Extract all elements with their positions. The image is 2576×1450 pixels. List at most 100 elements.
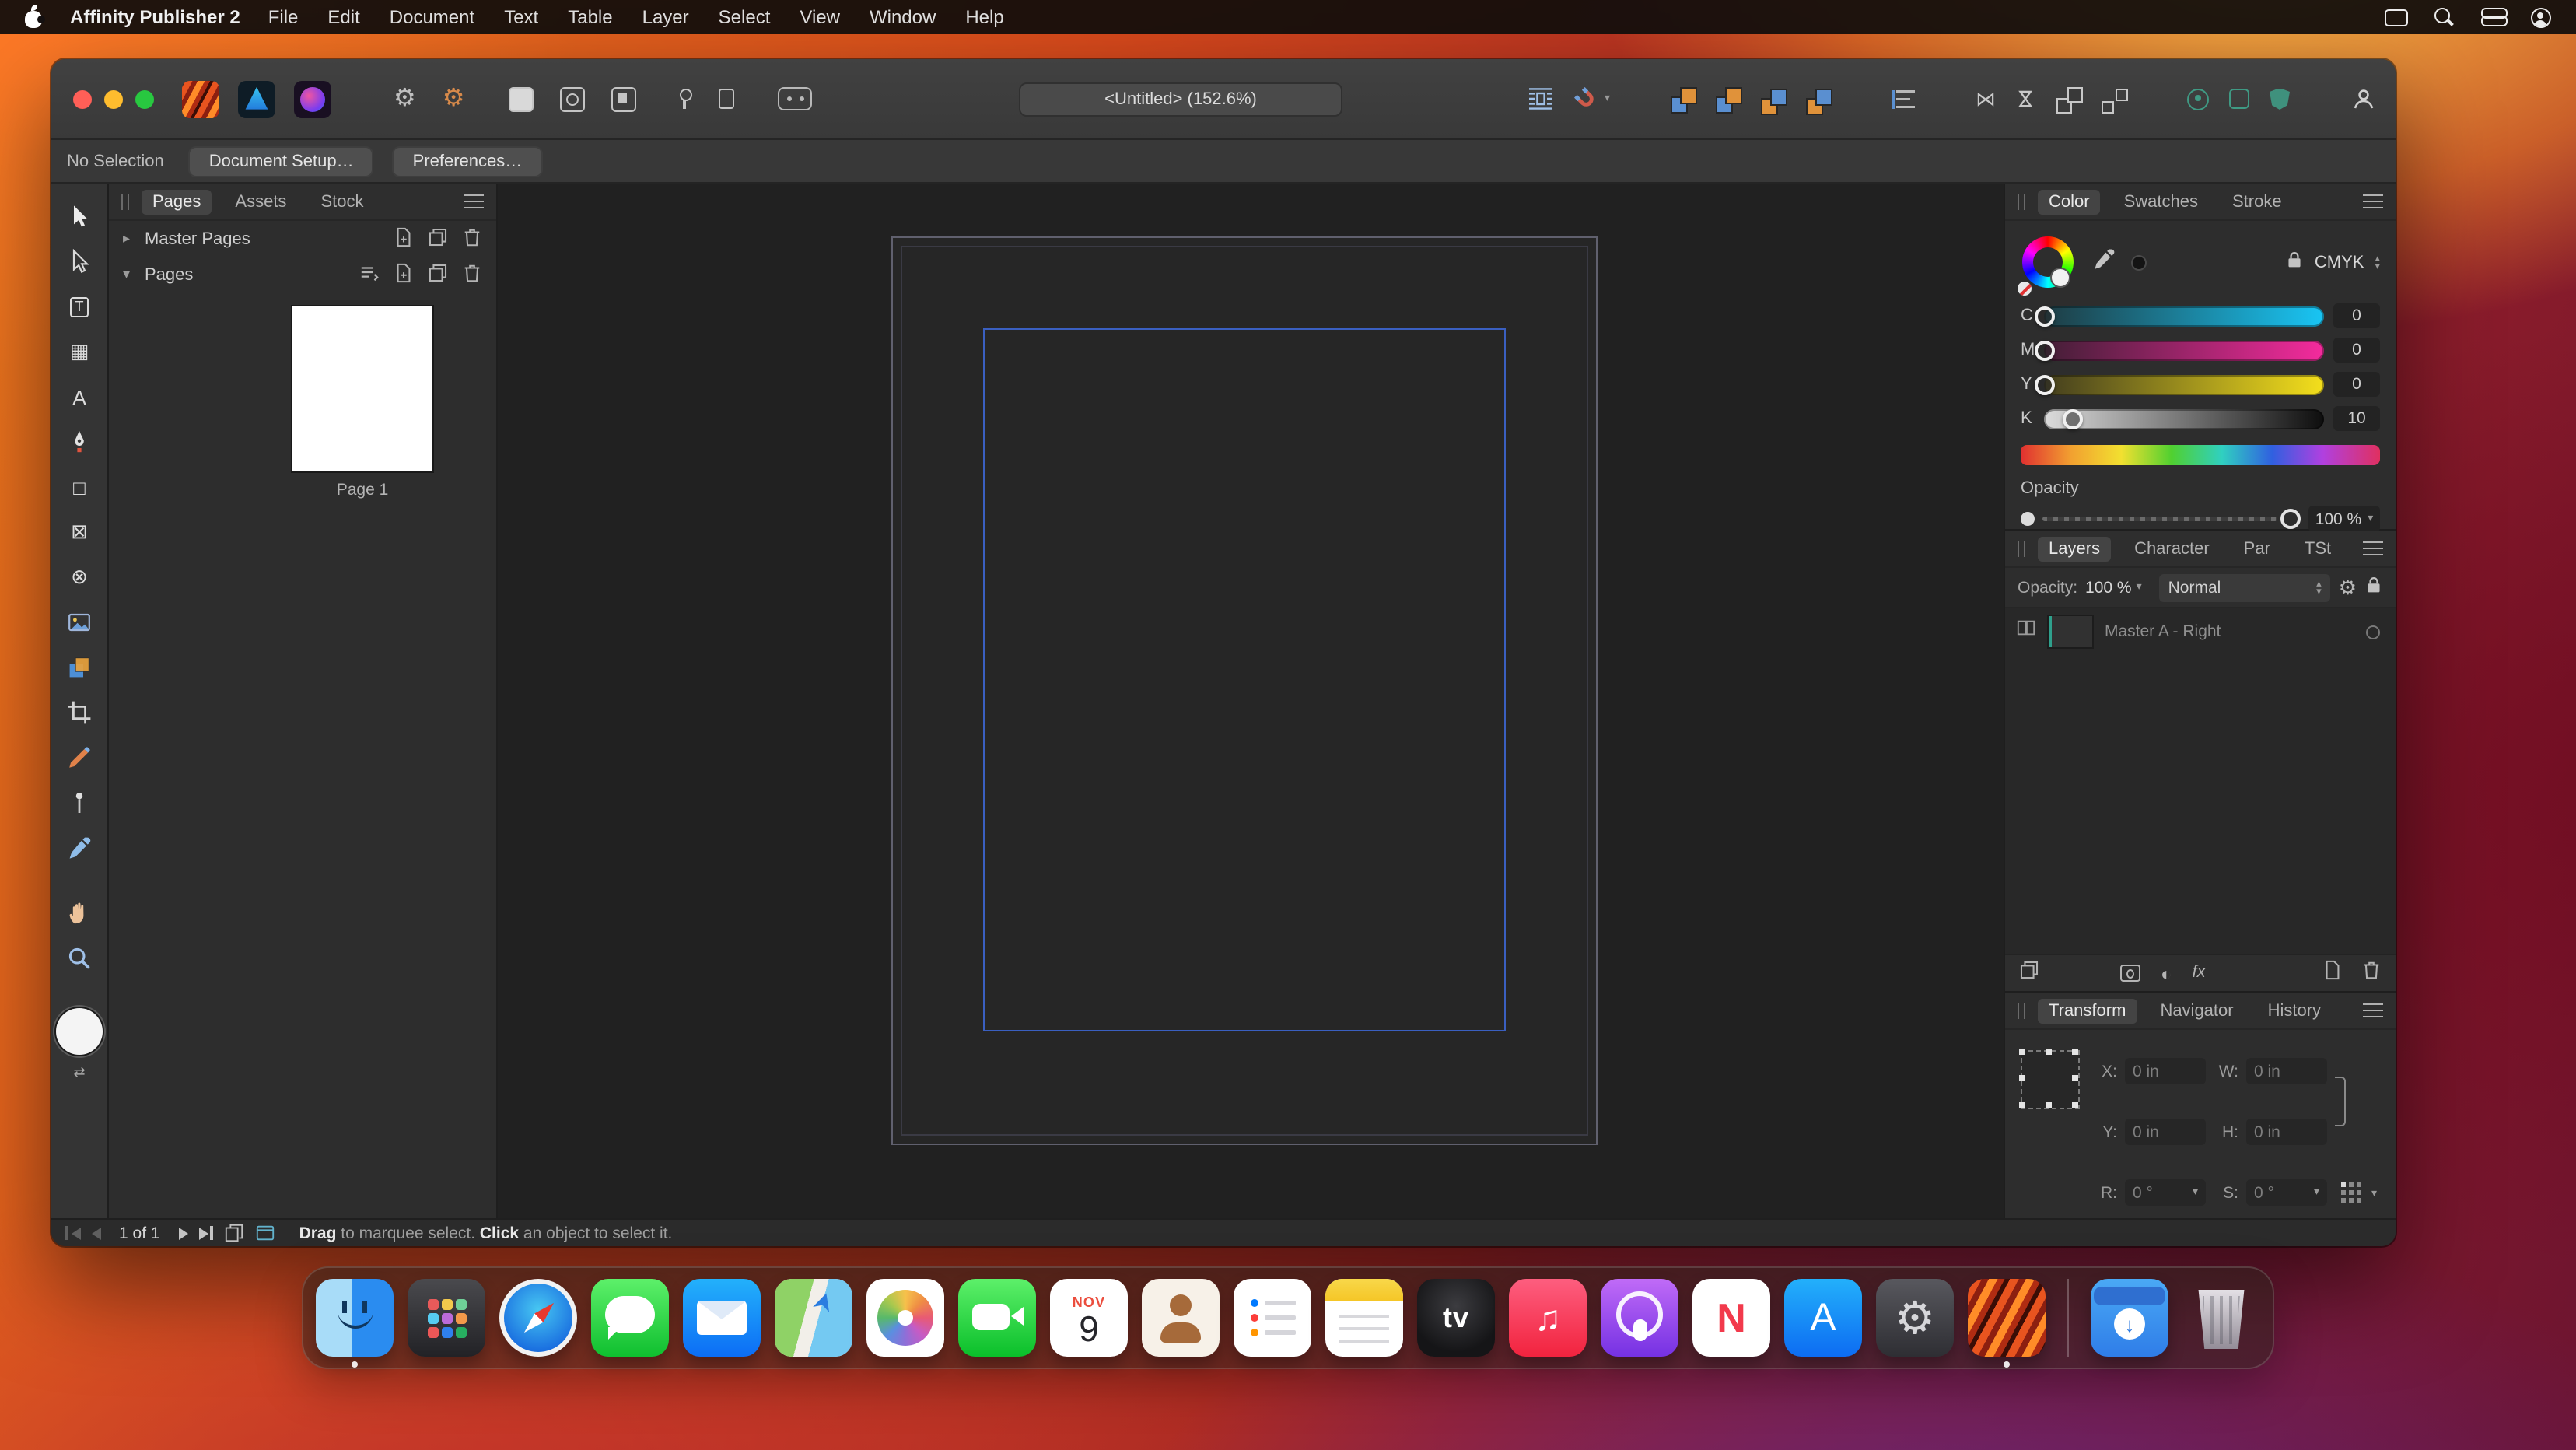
group-icon[interactable] bbox=[2056, 86, 2081, 111]
panel-menu-icon[interactable] bbox=[2363, 194, 2383, 209]
artistic-text-tool[interactable]: A bbox=[58, 377, 101, 417]
move-tool[interactable] bbox=[58, 196, 101, 236]
apple-menu-icon[interactable] bbox=[25, 6, 42, 28]
view-tool[interactable] bbox=[58, 893, 101, 933]
yellow-slider-track[interactable] bbox=[2044, 374, 2324, 394]
menu-edit[interactable]: Edit bbox=[327, 6, 359, 28]
snapping-magnet-icon[interactable]: ▾ bbox=[1575, 86, 1610, 111]
fill-stroke-selector[interactable] bbox=[56, 1008, 103, 1055]
tab-paragraph[interactable]: Par bbox=[2233, 536, 2281, 561]
tab-color[interactable]: Color bbox=[2038, 189, 2101, 214]
view-mode-icon-1[interactable] bbox=[508, 86, 533, 111]
menu-layer[interactable]: Layer bbox=[642, 6, 689, 28]
flip-vertical-icon[interactable]: ⋈ bbox=[2016, 89, 2036, 109]
fullscreen-button[interactable] bbox=[135, 89, 154, 108]
add-page-icon[interactable] bbox=[394, 262, 414, 287]
layer-lock-icon[interactable] bbox=[2364, 576, 2383, 599]
move-to-front-icon[interactable] bbox=[1671, 86, 1696, 111]
picture-frame-ellipse-tool[interactable]: ⊗ bbox=[58, 557, 101, 597]
move-forward-icon[interactable] bbox=[1716, 86, 1741, 111]
menu-text[interactable]: Text bbox=[504, 6, 538, 28]
opacity-slider-knob[interactable] bbox=[2280, 509, 2301, 529]
w-field[interactable]: 0 in bbox=[2246, 1058, 2327, 1084]
color-wheel-icon[interactable] bbox=[2021, 235, 2077, 291]
target-circle-icon[interactable] bbox=[2187, 88, 2209, 110]
duplicate-layer-icon[interactable] bbox=[2019, 959, 2039, 987]
pen-tool[interactable] bbox=[58, 422, 101, 462]
duplicate-page-icon[interactable] bbox=[428, 262, 448, 287]
first-page-button[interactable] bbox=[65, 1226, 80, 1240]
settings-gear-icon[interactable]: ⚙ bbox=[443, 86, 465, 111]
layer-effects-icon[interactable]: fx bbox=[2193, 965, 2206, 982]
dock-music-icon[interactable]: ♫ bbox=[1509, 1279, 1587, 1357]
flip-horizontal-icon[interactable]: ⋈ bbox=[1976, 89, 1996, 109]
pages-section[interactable]: ▾ Pages bbox=[109, 257, 496, 292]
dock-notes-icon[interactable] bbox=[1325, 1279, 1403, 1357]
tab-navigator[interactable]: Navigator bbox=[2149, 998, 2244, 1023]
r-field[interactable]: 0 °▾ bbox=[2125, 1179, 2206, 1206]
search-icon[interactable] bbox=[2434, 7, 2455, 27]
opacity-value[interactable]: 100 % ▾ bbox=[2308, 506, 2380, 532]
hue-strip[interactable] bbox=[2021, 445, 2380, 465]
preferences-button[interactable]: Preferences… bbox=[393, 145, 543, 177]
close-button[interactable] bbox=[73, 89, 92, 108]
layer-row[interactable]: Master A - Right bbox=[2005, 608, 2396, 655]
table-tool[interactable]: ▦ bbox=[58, 331, 101, 372]
tab-text-styles[interactable]: TSt bbox=[2294, 536, 2342, 561]
y-field[interactable]: 0 in bbox=[2125, 1119, 2206, 1145]
magenta-value[interactable]: 0 bbox=[2333, 338, 2380, 362]
color-mode-stepper-icon[interactable]: ▴▾ bbox=[2375, 255, 2380, 271]
document-canvas[interactable] bbox=[498, 184, 2004, 1218]
dock-maps-icon[interactable] bbox=[775, 1279, 852, 1357]
minimize-button[interactable] bbox=[104, 89, 123, 108]
panel-drag-handle[interactable] bbox=[2018, 541, 2025, 556]
view-options-icon[interactable] bbox=[359, 262, 380, 287]
duplicate-master-page-icon[interactable] bbox=[428, 226, 448, 251]
move-backward-icon[interactable] bbox=[1761, 89, 1786, 114]
picture-frame-rectangle-tool[interactable]: ⊠ bbox=[58, 512, 101, 552]
menu-view[interactable]: View bbox=[800, 6, 840, 28]
black-value[interactable]: 10 bbox=[2333, 406, 2380, 431]
tab-character[interactable]: Character bbox=[2123, 536, 2221, 561]
link-dimensions-icon[interactable] bbox=[2335, 1077, 2346, 1126]
layers-list[interactable]: Master A - Right bbox=[2005, 608, 2396, 954]
dock-trash-icon[interactable] bbox=[2182, 1279, 2260, 1357]
menu-window[interactable]: Window bbox=[870, 6, 936, 28]
lock-icon[interactable] bbox=[2285, 249, 2304, 277]
dock-launchpad-icon[interactable] bbox=[408, 1279, 485, 1357]
menu-file[interactable]: File bbox=[268, 6, 299, 28]
frames-tool[interactable] bbox=[58, 647, 101, 688]
node-tool[interactable] bbox=[58, 241, 101, 282]
move-to-back-icon[interactable] bbox=[1806, 89, 1831, 114]
tab-stock[interactable]: Stock bbox=[310, 189, 374, 214]
tab-transform[interactable]: Transform bbox=[2038, 998, 2137, 1023]
color-picker-tool[interactable] bbox=[58, 828, 101, 868]
black-slider-track[interactable] bbox=[2044, 408, 2324, 429]
menubar-app-name[interactable]: Affinity Publisher 2 bbox=[70, 6, 240, 28]
dock-downloads-icon[interactable]: ↓ bbox=[2091, 1279, 2168, 1357]
pencil-tool[interactable] bbox=[58, 737, 101, 778]
pin-icon[interactable] bbox=[679, 88, 691, 110]
layer-settings-gear-icon[interactable]: ⚙ bbox=[2339, 577, 2357, 597]
slider-knob[interactable] bbox=[2035, 340, 2055, 360]
ungroup-icon[interactable] bbox=[2102, 86, 2126, 111]
previous-page-button[interactable] bbox=[91, 1227, 100, 1239]
panel-menu-icon[interactable] bbox=[2363, 541, 2383, 556]
gear-icon[interactable]: ⚙ bbox=[394, 86, 416, 111]
tab-layers[interactable]: Layers bbox=[2038, 536, 2111, 561]
publisher-persona-icon[interactable] bbox=[182, 80, 219, 117]
tab-pages[interactable]: Pages bbox=[142, 189, 212, 214]
delete-layer-icon[interactable] bbox=[2361, 959, 2382, 987]
dock-contacts-icon[interactable] bbox=[1142, 1279, 1220, 1357]
tab-assets[interactable]: Assets bbox=[224, 189, 297, 214]
preview-mode-icon[interactable] bbox=[256, 1223, 276, 1243]
dock-facetime-icon[interactable] bbox=[958, 1279, 1036, 1357]
last-page-button[interactable] bbox=[199, 1226, 214, 1240]
control-center-icon[interactable] bbox=[2481, 8, 2504, 26]
cyan-slider-track[interactable] bbox=[2044, 306, 2324, 326]
view-mode-icon-3[interactable] bbox=[611, 86, 635, 111]
picked-color-swatch[interactable] bbox=[2131, 255, 2147, 271]
display-icon[interactable] bbox=[2385, 9, 2408, 26]
dock-safari-icon[interactable] bbox=[499, 1279, 577, 1357]
panel-drag-handle[interactable] bbox=[121, 194, 129, 209]
